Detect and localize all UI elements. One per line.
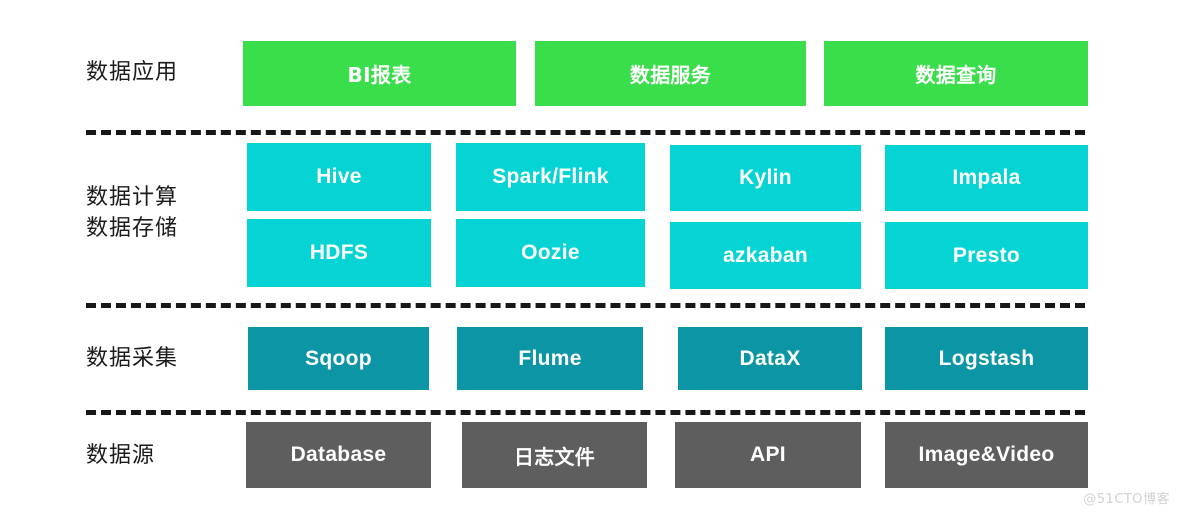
block-label: Hive: [316, 165, 362, 188]
block-api[interactable]: API: [675, 422, 861, 488]
block-label: 日志文件: [513, 444, 596, 469]
block-azkaban[interactable]: azkaban: [670, 222, 861, 289]
block-label: Logstash: [938, 346, 1035, 370]
block-kylin[interactable]: Kylin: [670, 145, 861, 211]
block-hive[interactable]: Hive: [247, 143, 431, 211]
block-log-file[interactable]: 日志文件: [462, 422, 647, 488]
block-label: Spark/Flink: [492, 165, 609, 188]
block-datax[interactable]: DataX: [678, 327, 862, 390]
block-bi-report[interactable]: BI报表: [243, 41, 516, 106]
tier-label-data-application: 数据应用: [86, 57, 178, 88]
block-data-query[interactable]: 数据查询: [824, 41, 1088, 106]
block-logstash[interactable]: Logstash: [885, 327, 1088, 390]
block-presto[interactable]: Presto: [885, 222, 1088, 289]
block-hdfs[interactable]: HDFS: [247, 219, 431, 287]
block-data-service[interactable]: 数据服务: [535, 41, 806, 106]
block-flume[interactable]: Flume: [457, 327, 643, 390]
block-impala[interactable]: Impala: [885, 145, 1088, 211]
block-spark-flink[interactable]: Spark/Flink: [456, 143, 645, 211]
block-oozie[interactable]: Oozie: [456, 219, 645, 287]
block-label: Presto: [952, 243, 1021, 267]
divider-compute-collection: [86, 303, 1085, 308]
block-label: BI报表: [347, 63, 412, 87]
tier-label-line1: 数据应用: [86, 60, 179, 85]
block-label: Image&Video: [918, 443, 1055, 466]
block-label: Impala: [952, 166, 1021, 189]
block-label: API: [750, 443, 786, 466]
architecture-diagram: 数据应用 BI报表 数据服务 数据查询 数据计算 数据存储 Hive Spark…: [0, 0, 1184, 513]
tier-label-line1: 数据源: [86, 443, 156, 468]
block-label: Kylin: [739, 166, 792, 189]
tier-label-data-compute-storage: 数据计算 数据存储: [86, 182, 178, 244]
block-label: 数据查询: [915, 63, 997, 87]
divider-collection-source: [86, 410, 1085, 415]
block-label: Flume: [518, 346, 582, 370]
block-label: Database: [290, 443, 387, 466]
divider-application-compute: [86, 130, 1085, 135]
tier-label-data-source: 数据源: [86, 440, 155, 471]
block-label: HDFS: [309, 241, 369, 264]
block-label: DataX: [739, 346, 801, 370]
block-label: Sqoop: [305, 346, 372, 370]
tier-label-line2: 数据存储: [86, 216, 179, 241]
block-label: azkaban: [723, 243, 808, 267]
block-image-video[interactable]: Image&Video: [885, 422, 1088, 488]
watermark: @51CTO博客: [1083, 492, 1170, 507]
tier-label-line1: 数据采集: [86, 346, 179, 371]
tier-label-line1: 数据计算: [86, 185, 179, 210]
block-database[interactable]: Database: [246, 422, 431, 488]
block-sqoop[interactable]: Sqoop: [248, 327, 429, 390]
block-label: 数据服务: [629, 63, 712, 87]
tier-label-data-collection: 数据采集: [86, 343, 178, 374]
block-label: Oozie: [521, 241, 580, 264]
